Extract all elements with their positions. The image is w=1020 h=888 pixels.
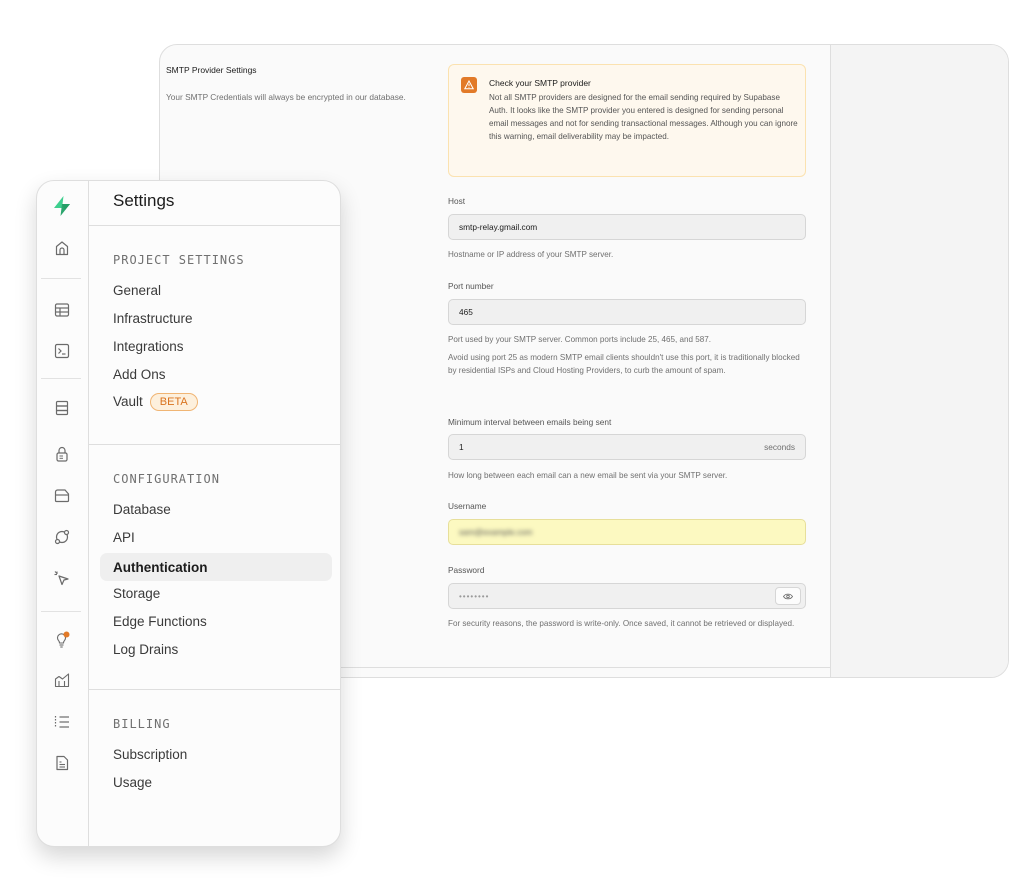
username-value: sam@example.com bbox=[459, 527, 533, 537]
username-input[interactable]: sam@example.com bbox=[448, 519, 806, 545]
menu-item-usage[interactable]: Usage bbox=[113, 775, 152, 790]
icon-rail bbox=[37, 181, 89, 846]
password-help: For security reasons, the password is wr… bbox=[448, 619, 795, 628]
menu-divider bbox=[89, 689, 340, 690]
port-input[interactable]: 465 bbox=[448, 299, 806, 325]
settings-sidebar: Settings PROJECT SETTINGS General Infras… bbox=[36, 180, 341, 847]
host-help: Hostname or IP address of your SMTP serv… bbox=[448, 250, 614, 259]
menu-item-storage[interactable]: Storage bbox=[113, 586, 160, 601]
warning-body: Not all SMTP providers are designed for … bbox=[489, 93, 798, 141]
settings-menu: Settings PROJECT SETTINGS General Infras… bbox=[89, 181, 340, 846]
home-icon[interactable] bbox=[51, 237, 73, 259]
section-description: Your SMTP Credentials will always be enc… bbox=[166, 92, 406, 102]
eye-icon bbox=[783, 593, 793, 599]
menu-item-infrastructure[interactable]: Infrastructure bbox=[113, 311, 193, 326]
logs-icon[interactable] bbox=[51, 711, 73, 733]
right-pane bbox=[830, 45, 1008, 677]
menu-item-edge-functions[interactable]: Edge Functions bbox=[113, 614, 207, 629]
password-label: Password bbox=[448, 565, 485, 575]
menu-item-vault-label: Vault bbox=[113, 394, 143, 409]
interval-help: How long between each email can a new em… bbox=[448, 471, 728, 480]
warning-triangle-icon bbox=[461, 77, 477, 93]
menu-item-subscription[interactable]: Subscription bbox=[113, 747, 187, 762]
host-input[interactable]: smtp-relay.gmail.com bbox=[448, 214, 806, 240]
interval-suffix: seconds bbox=[764, 442, 795, 452]
sql-editor-icon[interactable] bbox=[51, 340, 73, 362]
section-title-configuration: CONFIGURATION bbox=[113, 472, 220, 486]
host-value: smtp-relay.gmail.com bbox=[459, 222, 538, 232]
interval-label: Minimum interval between emails being se… bbox=[448, 417, 612, 427]
port-help: Port used by your SMTP server. Common po… bbox=[448, 335, 712, 344]
password-input[interactable]: •••••••• bbox=[448, 583, 806, 609]
beta-badge: BETA bbox=[149, 393, 198, 411]
advisors-icon[interactable] bbox=[51, 629, 73, 651]
toggle-password-visibility-button[interactable] bbox=[775, 587, 801, 605]
database-icon[interactable] bbox=[51, 397, 73, 419]
edge-functions-icon[interactable] bbox=[51, 567, 73, 589]
rail-divider bbox=[41, 611, 81, 612]
port-label: Port number bbox=[448, 281, 494, 291]
menu-item-integrations[interactable]: Integrations bbox=[113, 339, 184, 354]
auth-lock-icon[interactable] bbox=[51, 443, 73, 465]
api-docs-icon[interactable] bbox=[51, 752, 73, 774]
menu-item-log-drains[interactable]: Log Drains bbox=[113, 642, 178, 657]
menu-title: Settings bbox=[113, 191, 175, 210]
rail-divider bbox=[41, 378, 81, 379]
smtp-provider-warning: Check your SMTP provider Not all SMTP pr… bbox=[448, 64, 806, 177]
rail-divider bbox=[41, 278, 81, 279]
interval-value: 1 bbox=[459, 442, 464, 452]
warning-title: Check your SMTP provider bbox=[489, 78, 591, 88]
username-label: Username bbox=[448, 501, 487, 511]
supabase-logo-icon[interactable] bbox=[51, 195, 73, 217]
menu-item-add-ons[interactable]: Add Ons bbox=[113, 367, 166, 382]
realtime-icon[interactable] bbox=[51, 526, 73, 548]
port-help-extra: Avoid using port 25 as modern SMTP email… bbox=[448, 353, 800, 375]
storage-icon[interactable] bbox=[51, 484, 73, 506]
host-label: Host bbox=[448, 196, 466, 206]
menu-header: Settings bbox=[89, 181, 340, 226]
section-title-project-settings: PROJECT SETTINGS bbox=[113, 253, 245, 267]
menu-item-general[interactable]: General bbox=[113, 283, 161, 298]
menu-item-vault[interactable]: Vault BETA bbox=[113, 393, 198, 411]
section-title-billing: BILLING bbox=[113, 717, 171, 731]
reports-icon[interactable] bbox=[51, 669, 73, 691]
table-editor-icon[interactable] bbox=[51, 299, 73, 321]
interval-input[interactable]: 1 seconds bbox=[448, 434, 806, 460]
menu-divider bbox=[89, 444, 340, 445]
menu-item-authentication[interactable]: Authentication bbox=[100, 553, 332, 581]
port-value: 465 bbox=[459, 307, 473, 317]
section-title: SMTP Provider Settings bbox=[166, 65, 257, 75]
password-value: •••••••• bbox=[459, 591, 490, 601]
menu-item-database[interactable]: Database bbox=[113, 502, 171, 517]
menu-item-api[interactable]: API bbox=[113, 530, 135, 545]
